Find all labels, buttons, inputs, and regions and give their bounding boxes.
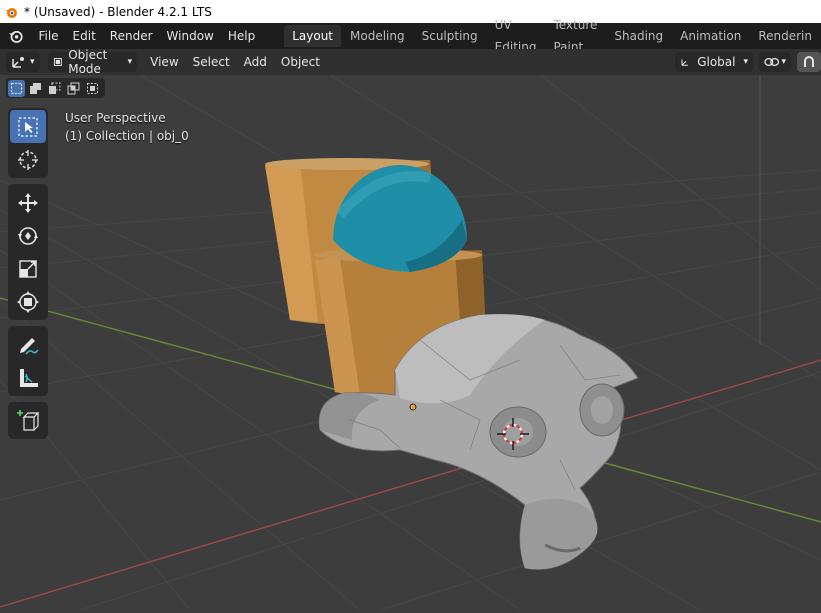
select-invert-button[interactable] [65, 80, 82, 97]
menu-add[interactable]: Add [237, 55, 274, 69]
tool-transform[interactable] [10, 285, 46, 318]
tool-rotate[interactable] [10, 219, 46, 252]
menu-edit[interactable]: Edit [66, 23, 103, 49]
transform-icon [17, 290, 39, 313]
tab-shading[interactable]: Shading [606, 25, 671, 47]
select-extend-icon [30, 82, 41, 94]
select-subtract-button[interactable] [46, 80, 63, 97]
orientation-label: Global [697, 55, 736, 69]
tool-shelf [8, 108, 48, 445]
annotate-pencil-icon [20, 337, 39, 355]
viewport-info-overlay: User Perspective (1) Collection | obj_0 [65, 109, 189, 145]
chevron-down-icon: ▾ [781, 57, 786, 67]
viewport-scene [0, 74, 821, 611]
tool-measure[interactable] [10, 361, 46, 394]
mode-dropdown[interactable]: Object Mode ▾ [47, 48, 138, 76]
select-subtract-icon [49, 82, 61, 94]
tool-move[interactable] [10, 186, 46, 219]
link-icon [764, 57, 780, 67]
select-intersect-button[interactable] [84, 80, 101, 97]
tool-scale[interactable] [10, 252, 46, 285]
cursor-icon [18, 149, 38, 170]
tool-group-transform [8, 184, 48, 320]
add-cube-icon [17, 409, 40, 431]
blender-logo-icon [5, 7, 17, 18]
rotate-icon [18, 226, 38, 245]
select-new-icon [11, 82, 22, 94]
axes-editor-icon [12, 57, 24, 68]
measure-ruler-icon [20, 368, 38, 387]
pivot-point-dropdown[interactable]: ▾ [759, 52, 791, 72]
magnet-icon [804, 56, 814, 67]
window-titlebar: * (Unsaved) - Blender 4.2.1 LTS [0, 0, 821, 23]
snap-toggle[interactable] [797, 52, 821, 72]
menu-file[interactable]: File [31, 23, 65, 49]
tool-select-box[interactable] [10, 110, 46, 143]
scale-icon [19, 259, 37, 278]
select-invert-icon [67, 82, 80, 94]
menu-help[interactable]: Help [221, 23, 262, 49]
tab-layout[interactable]: Layout [284, 25, 342, 47]
select-new-button[interactable] [8, 79, 25, 97]
menu-select[interactable]: Select [186, 55, 237, 69]
viewport-header: ▾ Object Mode ▾ View Select Add Object G… [0, 48, 821, 76]
menu-view[interactable]: View [143, 55, 185, 69]
editor-type-button[interactable]: ▾ [6, 52, 40, 72]
move-icon [18, 192, 38, 213]
object-mode-icon [53, 58, 62, 66]
transform-orientation-dropdown[interactable]: Global ▾ [675, 52, 753, 72]
chevron-down-icon: ▾ [127, 57, 133, 67]
tool-group-select [8, 108, 48, 178]
menu-render[interactable]: Render [103, 23, 160, 49]
menu-object[interactable]: Object [274, 55, 327, 69]
workspace-tabs: Layout Modeling Sculpting UV Editing Tex… [284, 18, 821, 54]
blender-menu-icon[interactable] [8, 27, 23, 45]
menu-window[interactable]: Window [160, 23, 221, 49]
mode-label: Object Mode [68, 48, 108, 76]
tool-group-add [8, 402, 48, 439]
tab-sculpting[interactable]: Sculpting [414, 25, 486, 47]
tool-group-annotate [8, 326, 48, 396]
select-intersect-icon [87, 82, 98, 94]
tool-cursor[interactable] [10, 143, 46, 176]
selection-mode-group [6, 78, 105, 98]
collection-label: (1) Collection | obj_0 [65, 129, 189, 143]
tab-modeling[interactable]: Modeling [342, 25, 413, 47]
chevron-down-icon: ▾ [30, 57, 35, 67]
top-menubar: File Edit Render Window Help Layout Mode… [0, 18, 821, 54]
perspective-label: User Perspective [65, 111, 166, 125]
chevron-down-icon: ▾ [743, 57, 748, 67]
window-title: * (Unsaved) - Blender 4.2.1 LTS [24, 4, 212, 19]
3d-viewport[interactable] [0, 74, 821, 611]
select-extend-button[interactable] [27, 80, 44, 97]
tab-rendering[interactable]: Renderin [750, 25, 820, 47]
tab-animation[interactable]: Animation [672, 25, 749, 47]
tool-annotate[interactable] [10, 328, 46, 361]
tool-add-cube[interactable] [10, 404, 46, 437]
select-box-icon [18, 116, 38, 137]
orientation-global-icon [681, 59, 688, 66]
object-origin-point [409, 403, 417, 411]
